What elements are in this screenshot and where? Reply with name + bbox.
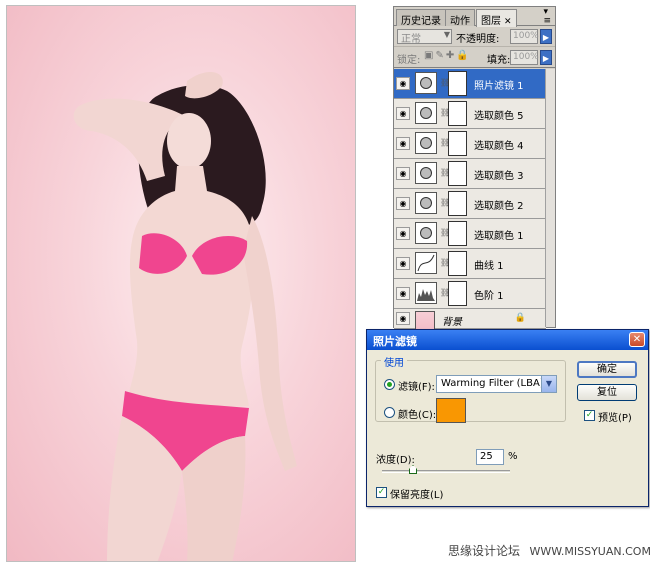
fill-label: 填充:: [487, 55, 511, 66]
density-input[interactable]: 25: [476, 449, 504, 465]
close-button[interactable]: ✕: [629, 332, 645, 347]
selective-color-icon: [415, 162, 437, 184]
preserve-luminosity-label: 保留亮度(L): [390, 490, 444, 501]
density-slider-track[interactable]: [382, 470, 510, 473]
color-swatch[interactable]: [436, 398, 466, 423]
layer-row[interactable]: ◉ ⛓ 选取颜色 4: [394, 129, 546, 159]
reset-button[interactable]: 复位: [577, 384, 637, 401]
eye-icon[interactable]: ◉: [396, 257, 410, 270]
color-radio[interactable]: [384, 407, 395, 418]
density-slider-handle[interactable]: [409, 465, 417, 474]
close-icon: ✕: [632, 334, 642, 345]
color-label: 颜色(C):: [398, 410, 437, 421]
preview-checkbox[interactable]: ✓: [584, 410, 595, 421]
dialog-title: 照片滤镜: [373, 335, 417, 348]
dialog-titlebar[interactable]: 照片滤镜 ✕: [367, 330, 648, 350]
filter-radio[interactable]: [384, 379, 395, 390]
layer-name: 选取颜色 4: [474, 141, 524, 152]
eye-icon[interactable]: ◉: [396, 312, 410, 325]
layer-name: 背景: [442, 317, 462, 328]
layer-name: 曲线 1: [474, 261, 504, 272]
layers-scrollbar[interactable]: [545, 69, 555, 327]
eye-icon[interactable]: ◉: [396, 77, 410, 90]
eye-icon[interactable]: ◉: [396, 137, 410, 150]
eye-icon[interactable]: ◉: [396, 107, 410, 120]
preserve-luminosity-checkbox[interactable]: ✓: [376, 487, 387, 498]
layer-row[interactable]: ◉ ⛓ 色阶 1: [394, 279, 546, 309]
photo-canvas: [6, 5, 356, 562]
photo-filter-icon: [415, 72, 437, 94]
selective-color-icon: [415, 132, 437, 154]
eye-icon[interactable]: ◉: [396, 167, 410, 180]
levels-icon: [415, 282, 437, 304]
opacity-input[interactable]: 100%: [510, 29, 539, 44]
layer-name: 色阶 1: [474, 291, 504, 302]
lock-options-icons[interactable]: ▣✎✚🔒: [424, 50, 471, 61]
layer-name: 照片滤镜 1: [474, 81, 524, 92]
lock-fill-row: 锁定: ▣✎✚🔒 填充: 100% ▶: [394, 47, 555, 68]
panel-menu-icon[interactable]: ▾ ≡: [543, 8, 551, 26]
layers-panel: 历史记录 动作 图层 ✕ ▾ ≡ 正常 ▼ 不透明度: 100% ▶ 锁定: ▣✎✚🔒…: [393, 6, 556, 337]
layer-row[interactable]: ◉ ⛓ 照片滤镜 1: [394, 69, 546, 99]
tab-layers[interactable]: 图层 ✕: [476, 9, 517, 27]
layer-row[interactable]: ◉ ⛓ 曲线 1: [394, 249, 546, 279]
layer-mask-thumbnail[interactable]: [448, 221, 467, 246]
curves-icon: [415, 252, 437, 274]
chevron-down-icon[interactable]: ▼: [541, 376, 556, 392]
selective-color-icon: [415, 192, 437, 214]
panel-tabbar: 历史记录 动作 图层 ✕ ▾ ≡: [394, 7, 555, 27]
filter-label: 滤镜(F):: [398, 382, 435, 393]
layer-name: 选取颜色 1: [474, 231, 524, 242]
selective-color-icon: [415, 222, 437, 244]
layer-mask-thumbnail[interactable]: [448, 71, 467, 96]
watermark-site-cn: 思缘设计论坛: [448, 544, 521, 558]
model-illustration: [73, 71, 297, 561]
layer-row[interactable]: ◉ ⛓ 选取颜色 2: [394, 189, 546, 219]
density-unit: %: [508, 451, 518, 462]
fill-slider-button[interactable]: ▶: [540, 50, 552, 65]
opacity-label: 不透明度:: [456, 34, 500, 45]
layer-mask-thumbnail[interactable]: [448, 161, 467, 186]
layer-mask-thumbnail[interactable]: [448, 131, 467, 156]
blend-opacity-row: 正常 ▼ 不透明度: 100% ▶: [394, 26, 555, 47]
use-group-label: 使用: [381, 354, 407, 369]
photo-filter-dialog: 照片滤镜 ✕ 使用 滤镜(F): Warming Filter (LBA) ▼ …: [366, 329, 649, 507]
selective-color-icon: [415, 102, 437, 124]
watermark: 思缘设计论坛 WWW.MISSYUAN.COM: [448, 542, 650, 559]
filter-select[interactable]: Warming Filter (LBA) ▼: [436, 375, 557, 393]
density-label: 浓度(D):: [376, 455, 415, 466]
background-layer-row[interactable]: ◉ 背景 🔒: [394, 309, 546, 337]
lock-icon: 🔒: [514, 313, 526, 323]
layer-mask-thumbnail[interactable]: [448, 251, 467, 276]
blend-mode-value: 正常: [401, 34, 421, 45]
opacity-slider-button[interactable]: ▶: [540, 29, 552, 44]
filter-select-value: Warming Filter (LBA): [441, 378, 544, 389]
layer-mask-thumbnail[interactable]: [448, 101, 467, 126]
fill-input[interactable]: 100%: [510, 50, 539, 65]
eye-icon[interactable]: ◉: [396, 227, 410, 240]
layer-name: 选取颜色 2: [474, 201, 524, 212]
layer-name: 选取颜色 5: [474, 111, 524, 122]
layer-mask-thumbnail[interactable]: [448, 281, 467, 306]
blend-mode-select[interactable]: 正常 ▼: [397, 29, 452, 45]
tab-actions[interactable]: 动作: [445, 9, 475, 27]
chevron-down-icon: ▼: [443, 30, 450, 39]
layer-row[interactable]: ◉ ⛓ 选取颜色 3: [394, 159, 546, 189]
layer-name: 选取颜色 3: [474, 171, 524, 182]
eye-icon[interactable]: ◉: [396, 197, 410, 210]
ok-button[interactable]: 确定: [577, 361, 637, 378]
tab-history[interactable]: 历史记录: [396, 9, 446, 27]
layer-row[interactable]: ◉ ⛓ 选取颜色 1: [394, 219, 546, 249]
watermark-site-url: WWW.MISSYUAN.COM: [529, 545, 650, 558]
preview-label: 预览(P): [598, 413, 632, 424]
layer-mask-thumbnail[interactable]: [448, 191, 467, 216]
eye-icon[interactable]: ◉: [396, 287, 410, 300]
layer-row[interactable]: ◉ ⛓ 选取颜色 5: [394, 99, 546, 129]
lock-label: 锁定:: [397, 55, 421, 66]
